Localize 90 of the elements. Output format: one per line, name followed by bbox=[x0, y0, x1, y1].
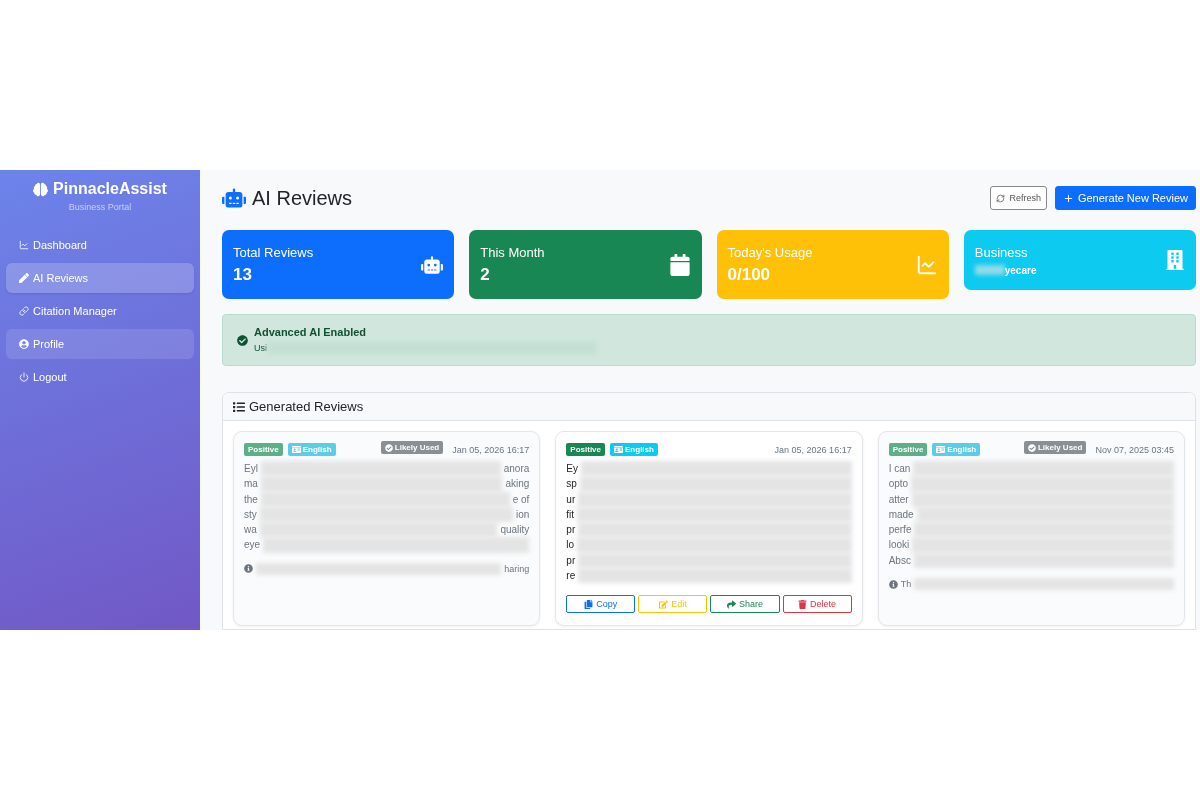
review-text: opto bbox=[888, 477, 909, 492]
info-icon bbox=[244, 564, 253, 574]
list-icon bbox=[233, 400, 245, 413]
nav-item[interactable]: Profile bbox=[6, 329, 194, 359]
review-text: made bbox=[888, 507, 914, 522]
review-text: re bbox=[566, 569, 576, 584]
review-text: looki bbox=[888, 538, 910, 553]
stat-value: yecare bbox=[1004, 264, 1037, 276]
sentiment-badge: Positive bbox=[566, 443, 605, 456]
refresh-button[interactable]: Refresh bbox=[990, 186, 1047, 210]
trash-icon bbox=[798, 599, 808, 609]
review-text: atter bbox=[888, 492, 909, 507]
language-badge: English bbox=[287, 443, 336, 456]
redaction-block bbox=[974, 265, 1005, 275]
calendar-icon bbox=[668, 253, 691, 276]
robot-icon bbox=[421, 253, 444, 276]
used-badge: Likely Used bbox=[1023, 441, 1087, 454]
edit-icon bbox=[659, 599, 669, 609]
panel-title: Generated Reviews bbox=[249, 399, 364, 414]
review-date: Nov 07, 2025 03:45 bbox=[1095, 444, 1174, 455]
power-icon bbox=[19, 372, 29, 382]
review-date: Jan 05, 2026 16:17 bbox=[774, 444, 852, 455]
delete-button[interactable]: Delete bbox=[782, 595, 852, 614]
review-text: Eyl bbox=[244, 462, 258, 476]
pen-icon bbox=[19, 273, 29, 283]
sentiment-badge: Positive bbox=[888, 443, 928, 456]
review-text: ma bbox=[244, 477, 258, 492]
brand-subtitle: Business Portal bbox=[67, 202, 133, 212]
id-card-icon bbox=[291, 445, 301, 454]
review-text: sp bbox=[566, 477, 577, 492]
chart-icon bbox=[915, 253, 938, 276]
check-icon bbox=[384, 443, 393, 452]
nav-item[interactable]: Dashboard bbox=[6, 230, 194, 260]
language-badge: English bbox=[610, 443, 658, 456]
building-icon bbox=[1165, 250, 1185, 270]
review-text: pr bbox=[566, 523, 576, 538]
page-title: AI Reviews bbox=[222, 186, 353, 210]
used-badge: Likely Used bbox=[380, 441, 444, 454]
review-text: eye bbox=[244, 538, 261, 553]
stat-label: Business bbox=[974, 244, 1029, 260]
refresh-icon bbox=[996, 193, 1006, 203]
stat-label: This Month bbox=[480, 244, 545, 260]
review-text: pr bbox=[566, 553, 576, 568]
review-text: ion bbox=[515, 507, 530, 522]
alert-text: Usi bbox=[254, 342, 267, 353]
generate-button[interactable]: Generate New Review bbox=[1054, 186, 1196, 210]
user-icon bbox=[19, 339, 29, 349]
link-icon bbox=[19, 306, 29, 316]
info-icon bbox=[888, 579, 898, 589]
share-arrow-icon bbox=[727, 599, 736, 609]
review-text: sty bbox=[244, 507, 257, 522]
review-text: Ey bbox=[566, 462, 578, 476]
nav-item[interactable]: AI Reviews bbox=[6, 263, 194, 293]
language-badge: English bbox=[932, 443, 981, 456]
alert-title: Advanced AI Enabled bbox=[254, 325, 368, 338]
chart-icon bbox=[19, 240, 29, 250]
review-text: ur bbox=[566, 492, 576, 507]
nav-item[interactable]: Logout bbox=[6, 362, 194, 392]
stat-label: Today's Usage bbox=[727, 244, 813, 260]
review-text: anora bbox=[503, 462, 530, 476]
copy-icon bbox=[584, 599, 594, 609]
review-text: fit bbox=[566, 507, 575, 522]
id-card-icon bbox=[936, 445, 946, 454]
review-text: lo bbox=[566, 538, 575, 553]
review-text: I can bbox=[888, 462, 911, 476]
stat-value: 13 bbox=[233, 264, 252, 285]
stat-label: Total Reviews bbox=[233, 244, 314, 260]
sentiment-badge: Positive bbox=[244, 443, 283, 456]
review-text: the bbox=[244, 492, 258, 507]
note-text: haring bbox=[504, 563, 530, 574]
review-text: e of bbox=[512, 492, 530, 507]
brand-name: PinnacleAssist bbox=[53, 180, 167, 198]
brain-icon bbox=[33, 181, 49, 197]
check-icon bbox=[1027, 443, 1036, 452]
copy-button[interactable]: Copy bbox=[566, 595, 636, 614]
review-text: wa bbox=[244, 523, 257, 538]
review-text: perfe bbox=[888, 523, 912, 538]
review-text: quality bbox=[500, 523, 530, 538]
stat-value: 2 bbox=[480, 264, 490, 285]
stat-value: 0/100 bbox=[727, 264, 771, 285]
plus-icon bbox=[1062, 192, 1074, 204]
check-icon bbox=[237, 334, 248, 346]
share-button[interactable]: Share bbox=[710, 595, 780, 614]
robot-icon bbox=[222, 186, 246, 210]
id-card-icon bbox=[614, 445, 623, 454]
note-text: Th bbox=[900, 579, 912, 590]
nav-item[interactable]: Citation Manager bbox=[6, 296, 194, 326]
review-date: Jan 05, 2026 16:17 bbox=[452, 444, 530, 455]
review-text: aking bbox=[505, 477, 530, 492]
review-text: Absc bbox=[888, 553, 911, 568]
